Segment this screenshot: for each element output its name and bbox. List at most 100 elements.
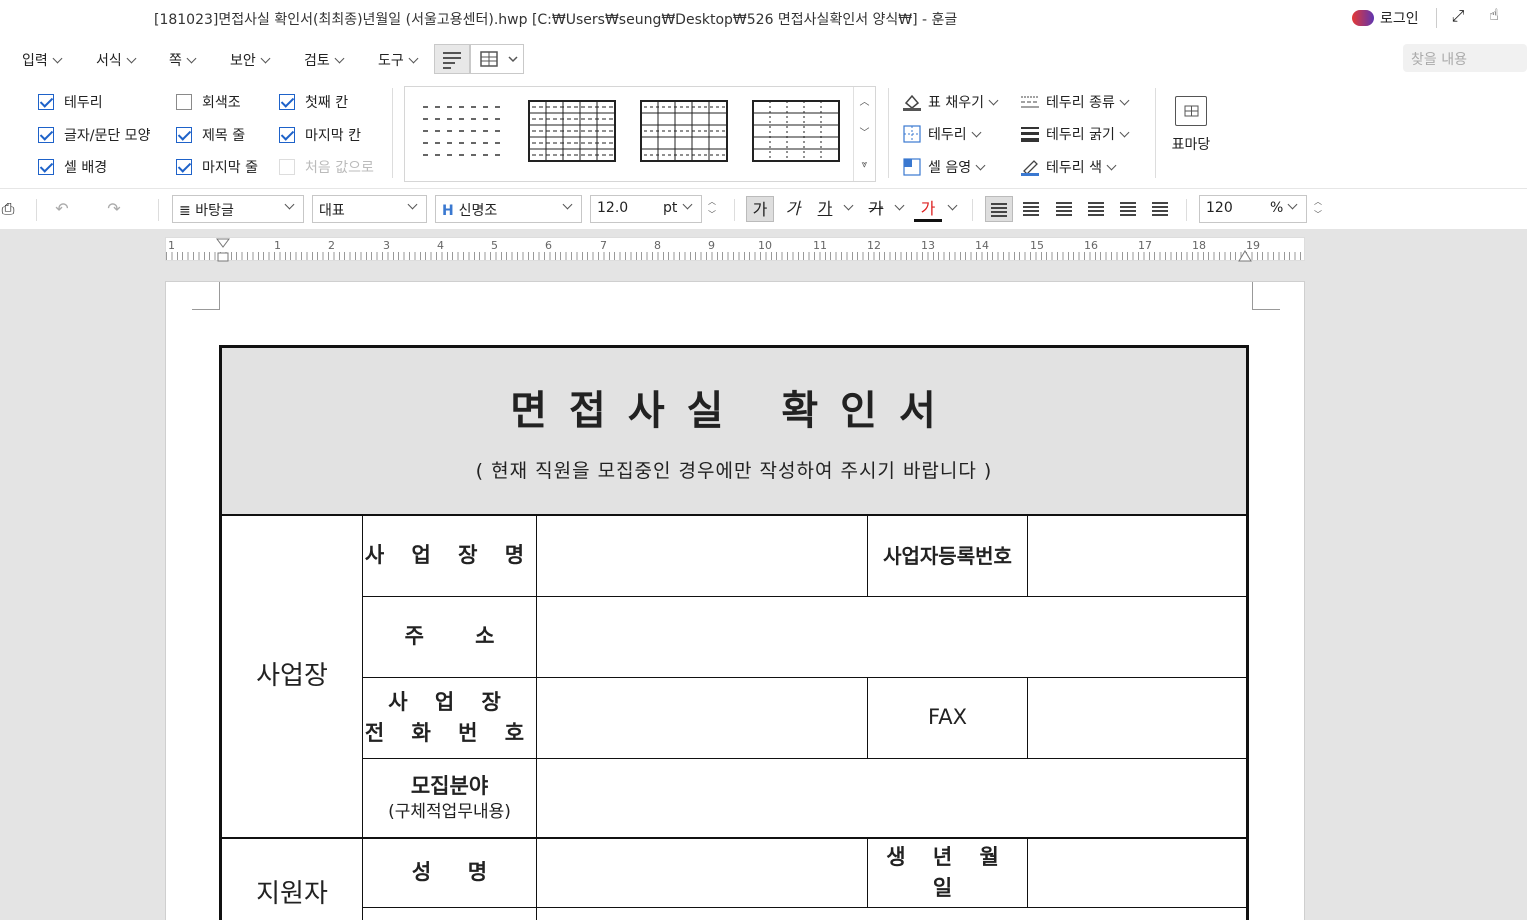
language-select[interactable]: 대표	[312, 195, 427, 223]
underline-button[interactable]: 가	[811, 196, 839, 222]
redo-icon[interactable]: ↷	[100, 196, 128, 222]
print-icon[interactable]: ⎙	[0, 196, 22, 222]
checkbox-grayscale[interactable]: 회색조	[176, 92, 241, 112]
divider	[36, 199, 37, 221]
align-justify-button[interactable]	[985, 196, 1013, 222]
input-biz-reg-no[interactable]	[1028, 516, 1246, 597]
style-select[interactable]: ≣ 바탕글	[172, 195, 304, 223]
divider	[888, 88, 889, 178]
chevron-down-icon[interactable]	[894, 200, 905, 211]
gallery-expand-icon[interactable]: ⩔	[854, 149, 875, 180]
line-spacing-input[interactable]: 120 %	[1199, 195, 1307, 223]
table-style-grid-3[interactable]	[751, 99, 841, 163]
table-style-grid-1[interactable]	[527, 99, 617, 163]
input-workplace-name[interactable]	[537, 516, 868, 597]
chevron-down-icon[interactable]	[947, 200, 958, 211]
label-next-row[interactable]	[363, 908, 537, 920]
chevron-down-icon	[1287, 199, 1298, 210]
checkbox-char-para[interactable]: 글자/문단 모양	[38, 125, 150, 145]
label-name[interactable]: 성 명	[363, 839, 537, 908]
label-biz-reg-no[interactable]: 사업자등록번호	[868, 516, 1028, 597]
chevron-down-icon	[126, 53, 137, 63]
menu-label: 입력	[22, 53, 48, 69]
undo-icon[interactable]: ↶	[48, 196, 76, 222]
gallery-up-icon[interactable]: ︿	[854, 87, 875, 118]
align-right-button[interactable]	[1082, 196, 1110, 222]
cell-shade-button[interactable]: 셀 음영	[902, 157, 986, 177]
font-size-input[interactable]: 12.0 pt	[590, 195, 702, 223]
fill-table-button[interactable]: 표 채우기	[902, 92, 999, 112]
menu-format[interactable]: 서식	[96, 50, 137, 70]
checkbox-reset[interactable]: 처음 값으로	[279, 157, 374, 177]
input-recruit-field[interactable]	[537, 759, 1246, 839]
ruler-number: 3	[383, 239, 390, 252]
table-style-grid-2[interactable]	[639, 99, 729, 163]
font-value: 신명조	[458, 203, 498, 219]
border-color-button[interactable]: 테두리 색	[1020, 157, 1117, 177]
chevron-down-icon[interactable]	[843, 200, 854, 211]
document-page[interactable]: 면접사실 확인서 ( 현재 직원을 모집중인 경우에만 작성하여 주시기 바랍니…	[165, 281, 1305, 920]
font-color-button[interactable]: 가	[914, 196, 942, 222]
checkbox-border[interactable]: 테두리	[38, 92, 103, 112]
expand-icon[interactable]: ⤢	[1448, 6, 1468, 28]
input-fax[interactable]	[1028, 678, 1246, 759]
strikethrough-button[interactable]: 가	[862, 196, 890, 222]
align-center-button[interactable]	[1050, 196, 1078, 222]
input-address[interactable]	[537, 597, 1246, 678]
bold-button[interactable]: 가	[746, 196, 774, 222]
align-distribute-button[interactable]	[1114, 196, 1142, 222]
input-phone[interactable]	[537, 678, 868, 759]
label-birth[interactable]: 생 년 월 일	[868, 839, 1028, 908]
checkbox-header-row[interactable]: 제목 줄	[176, 125, 245, 145]
cell-shade-icon	[902, 158, 922, 176]
border-type-button[interactable]: 테두리 종류	[1020, 92, 1130, 112]
checkbox-last-col[interactable]: 마지막 칸	[279, 125, 361, 145]
label-address[interactable]: 주 소	[363, 597, 537, 678]
italic-button[interactable]: 가	[779, 196, 807, 222]
checkbox-last-row[interactable]: 마지막 줄	[176, 157, 258, 177]
menu-tools[interactable]: 도구	[378, 50, 419, 70]
menu-insert[interactable]: 입력	[22, 50, 63, 70]
gallery-scroll: ︿ ﹀ ⩔	[853, 87, 875, 181]
input-name[interactable]	[537, 839, 868, 908]
right-indent-marker-icon[interactable]	[1238, 250, 1252, 262]
label-phone[interactable]: 사 업 장 전 화 번 호	[363, 678, 537, 759]
hand-icon[interactable]: ☝	[1484, 5, 1504, 27]
table-design-tab[interactable]	[434, 44, 470, 74]
label-workplace-name[interactable]: 사 업 장 명	[363, 516, 537, 597]
font-size-spinner[interactable]: ︿ ﹀	[705, 195, 719, 223]
table-style-none[interactable]	[415, 99, 505, 163]
checkbox-cell-bg[interactable]: 셀 배경	[38, 157, 107, 177]
font-select[interactable]: H 신명조	[435, 195, 582, 223]
title-bar: [181023]면접사실 확인서(최최종)년월일 (서울고용센터).hwp [C…	[0, 0, 1527, 38]
checkbox-first-col[interactable]: 첫째 칸	[279, 92, 348, 112]
chevron-down-icon	[52, 53, 63, 63]
input-next-row[interactable]	[537, 908, 1246, 920]
table-layout-tab[interactable]	[470, 44, 524, 74]
align-left-button[interactable]	[1017, 196, 1045, 222]
indent-marker-icon[interactable]	[216, 238, 230, 262]
table-madang-button[interactable]: 표마당	[1166, 96, 1216, 154]
search-input[interactable]: 찾을 내용	[1403, 44, 1527, 72]
menu-security[interactable]: 보안	[230, 50, 271, 70]
hwp-window: [181023]면접사실 확인서(최최종)년월일 (서울고용센터).hwp [C…	[0, 0, 1527, 920]
checkbox-label: 제목 줄	[202, 128, 246, 144]
table-style-gallery: ︿ ﹀ ⩔	[404, 86, 876, 182]
form-header: 면접사실 확인서 ( 현재 직원을 모집중인 경우에만 작성하여 주시기 바랍니…	[222, 348, 1246, 516]
align-divide-button[interactable]	[1146, 196, 1174, 222]
input-birth[interactable]	[1028, 839, 1246, 908]
label-recruit-field[interactable]: 모집분야 (구체적업무내용)	[363, 759, 537, 839]
menu-review[interactable]: 검토	[304, 50, 345, 70]
line-spacing-unit: %	[1270, 200, 1284, 216]
login-button[interactable]: 로그인	[1352, 8, 1419, 28]
menu-page[interactable]: 쪽	[169, 50, 197, 70]
gallery-down-icon[interactable]: ﹀	[854, 118, 875, 149]
label-fax[interactable]: FAX	[868, 678, 1028, 759]
divider	[1186, 199, 1187, 221]
pen-icon	[1020, 158, 1040, 176]
border-width-button[interactable]: 테두리 굵기	[1020, 124, 1130, 144]
ruler-number: 5	[491, 239, 498, 252]
horizontal-ruler[interactable]: 1 1 2 3 4 5 6 7 8 9 10 11 12 13 14 15 16…	[165, 237, 1305, 262]
border-button[interactable]: 테두리	[902, 124, 982, 144]
line-spacing-spinner[interactable]: ︿ ﹀	[1311, 195, 1325, 223]
